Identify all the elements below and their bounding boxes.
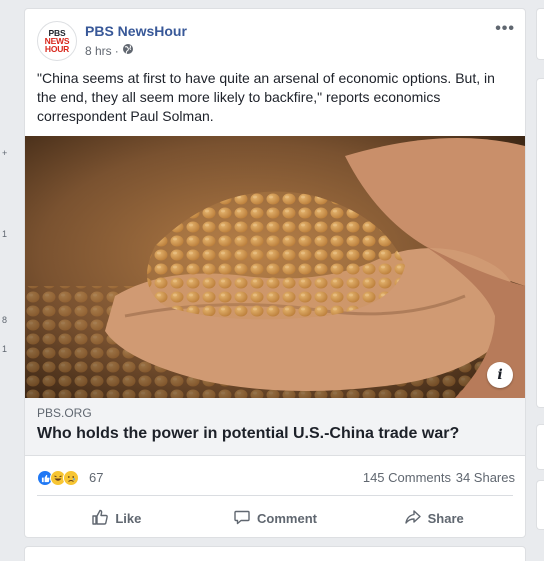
next-feed-post [24,546,526,561]
right-column-edge [536,0,544,561]
meta-separator: · [114,43,119,58]
post-actions: Like Comment Share [37,501,513,535]
gutter-marker: 1 [2,229,8,239]
left-gutter: + 1 8 1 [0,0,20,561]
gutter-marker: 8 [2,315,8,325]
right-card [536,424,544,470]
share-label: Share [427,510,464,526]
right-card [536,8,544,60]
info-button[interactable]: i [487,362,513,388]
comment-label: Comment [257,510,317,526]
gutter-marker: 1 [2,344,8,354]
reaction-count[interactable]: 67 [89,470,103,485]
gutter-marker: + [2,148,8,158]
link-title[interactable]: Who holds the power in potential U.S.-Ch… [37,425,459,443]
post-timestamp[interactable]: 8 hrs [85,44,112,58]
link-preview[interactable]: PBS.ORG Who holds the power in potential… [25,398,525,456]
logo-text: HOUR [44,44,70,54]
feed-post: PBS NEWS HOUR PBS NewsHour 8 hrs · ••• "… [24,8,526,538]
sad-icon [63,470,79,486]
divider [37,495,513,496]
globe-icon [122,43,134,58]
more-options-button[interactable]: ••• [495,21,515,37]
right-card [536,78,544,408]
like-button[interactable]: Like [37,501,196,535]
share-button[interactable]: Share [354,501,513,535]
comment-button[interactable]: Comment [196,501,355,535]
post-meta: 8 hrs · [85,43,134,58]
thumbs-up-icon [91,508,109,529]
reactions-bar: 67 145 Comments 34 Shares [37,468,515,490]
link-image[interactable]: i [25,136,525,398]
post-text: "China seems at first to have quite an a… [37,70,495,124]
comment-icon [233,508,251,529]
page-avatar[interactable]: PBS NEWS HOUR [37,21,77,61]
like-label: Like [115,510,142,526]
shares-count-link[interactable]: 34 Shares [456,470,515,485]
comments-count-link[interactable]: 145 Comments [363,470,451,485]
right-card [536,480,544,530]
link-domain: PBS.ORG [37,406,92,420]
reaction-icons[interactable] [37,470,79,486]
page-name-link[interactable]: PBS NewsHour [85,23,187,39]
post-header: PBS NEWS HOUR PBS NewsHour 8 hrs · ••• [37,21,515,63]
share-icon [404,508,422,529]
